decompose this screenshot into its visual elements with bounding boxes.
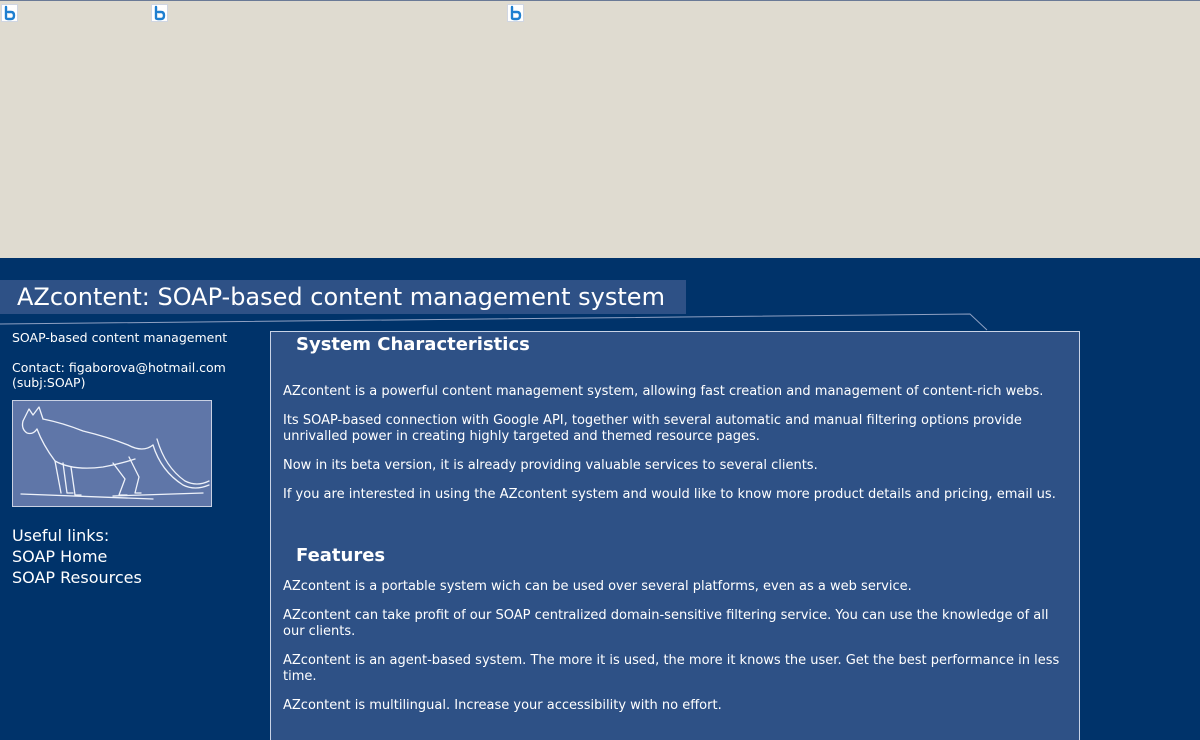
b-logo-icon[interactable] bbox=[1, 4, 18, 22]
paragraph: If you are interested in using the AZcon… bbox=[283, 487, 1056, 502]
contact-info: Contact: figaborova@hotmail.com (subj:SO… bbox=[12, 360, 252, 390]
sidebar-tagline: SOAP-based content management bbox=[12, 330, 228, 345]
section-title-features: Features bbox=[296, 545, 386, 566]
paragraph: AZcontent is a powerful content manageme… bbox=[283, 384, 1044, 399]
b-logo-icon[interactable] bbox=[151, 4, 168, 22]
useful-links-title: Useful links: bbox=[12, 526, 110, 545]
paragraph: AZcontent can take profit of our SOAP ce… bbox=[283, 608, 1049, 639]
contact-subject: (subj:SOAP) bbox=[12, 375, 86, 390]
content-panel: System Characteristics AZcontent is a po… bbox=[270, 331, 1080, 740]
sidebar: SOAP-based content management Contact: f… bbox=[12, 330, 252, 588]
paragraph: AZcontent is a portable system wich can … bbox=[283, 579, 912, 594]
page-title: AZcontent: SOAP-based content management… bbox=[17, 283, 665, 311]
cat-sketch-image bbox=[12, 400, 212, 507]
link-soap-resources[interactable]: SOAP Resources bbox=[12, 567, 252, 588]
paragraph: AZcontent is an agent-based system. The … bbox=[283, 653, 1060, 684]
ad-banner-area bbox=[0, 0, 1200, 258]
b-logo-icon[interactable] bbox=[507, 4, 524, 22]
title-tab: AZcontent: SOAP-based content management… bbox=[0, 280, 686, 314]
paragraph: Now in its beta version, it is already p… bbox=[283, 458, 818, 473]
paragraph: Its SOAP-based connection with Google AP… bbox=[283, 413, 1022, 444]
contact-email[interactable]: Contact: figaborova@hotmail.com bbox=[12, 360, 252, 375]
paragraph: AZcontent is multilingual. Increase your… bbox=[283, 698, 722, 713]
link-soap-home[interactable]: SOAP Home bbox=[12, 546, 252, 567]
section-title-characteristics: System Characteristics bbox=[296, 334, 530, 355]
main-area: AZcontent: SOAP-based content management… bbox=[0, 258, 1200, 740]
